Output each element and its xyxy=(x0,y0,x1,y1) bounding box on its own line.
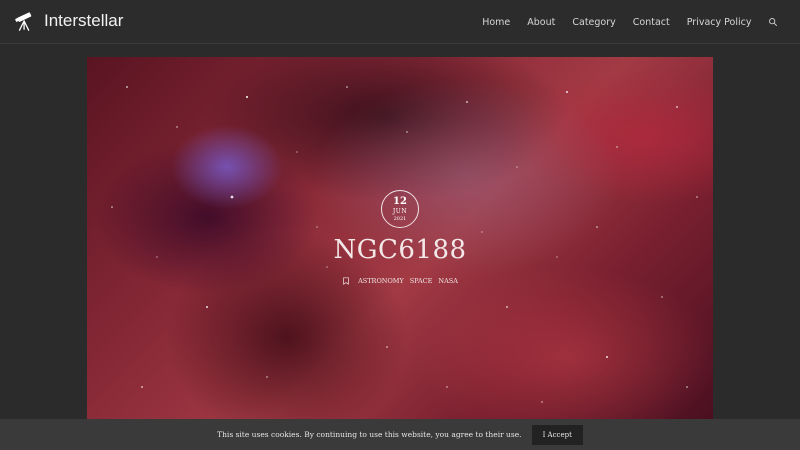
brand-link[interactable]: Interstellar xyxy=(14,10,123,32)
post-tags: ASTRONOMY SPACE NASA xyxy=(87,277,713,285)
post-header: 12 JUN 2021 NGC6188 ASTRONOMY SPACE NASA xyxy=(87,57,713,419)
tag-icon xyxy=(343,277,349,285)
nav-home[interactable]: Home xyxy=(474,17,519,28)
post-date-month: JUN xyxy=(392,207,408,215)
nav-privacy-policy[interactable]: Privacy Policy xyxy=(678,17,760,28)
brand-name[interactable]: Interstellar xyxy=(44,11,123,31)
telescope-icon xyxy=(15,12,32,31)
tag-astronomy[interactable]: ASTRONOMY xyxy=(358,277,404,285)
nav-category[interactable]: Category xyxy=(564,17,624,28)
tag-space[interactable]: SPACE xyxy=(410,277,433,285)
post-date-day: 12 xyxy=(393,195,407,207)
main-nav: Home About Category Contact Privacy Poli… xyxy=(474,0,778,44)
accept-cookies-button[interactable]: I Accept xyxy=(531,424,583,445)
cookie-banner: This site uses cookies. By continuing to… xyxy=(0,419,800,450)
tag-nasa[interactable]: NASA xyxy=(438,277,458,285)
nav-contact[interactable]: Contact xyxy=(624,17,678,28)
post-title: NGC6188 xyxy=(333,235,467,265)
site-header: Interstellar Home About Category Contact… xyxy=(0,0,800,44)
featured-image[interactable]: 12 JUN 2021 NGC6188 ASTRONOMY SPACE NASA xyxy=(87,57,713,419)
search-icon[interactable] xyxy=(768,17,778,27)
nav-about[interactable]: About xyxy=(519,17,564,28)
post-date-year: 2021 xyxy=(393,215,407,222)
post-date-badge: 12 JUN 2021 xyxy=(381,190,419,228)
cookie-message: This site uses cookies. By continuing to… xyxy=(217,430,522,439)
page: Interstellar Home About Category Contact… xyxy=(0,0,800,450)
